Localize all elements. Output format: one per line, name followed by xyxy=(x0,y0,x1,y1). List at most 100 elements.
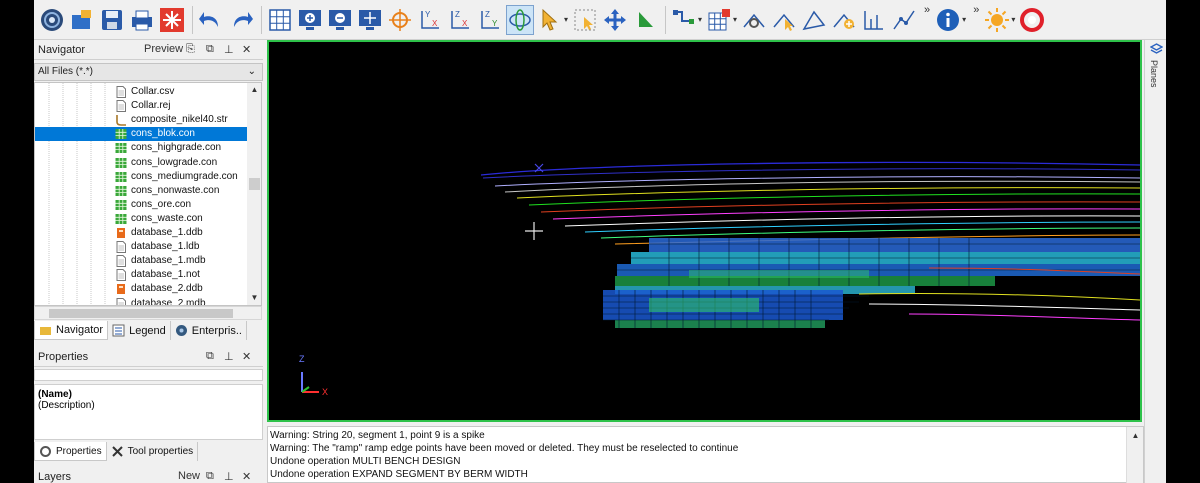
text-file-icon xyxy=(115,241,127,254)
message-log: Warning: String 20, segment 1, point 9 i… xyxy=(267,426,1144,483)
planes-sidebar[interactable]: Planes xyxy=(1144,40,1166,483)
select-arrow-icon[interactable] xyxy=(536,5,564,35)
navigator-tabs: Navigator Legend Enterpris.. xyxy=(34,321,263,341)
constraint-file-icon xyxy=(115,142,127,154)
planes-label[interactable]: Planes xyxy=(1149,60,1159,88)
constraint-file-icon xyxy=(115,128,127,140)
graphics-viewport[interactable]: Z X xyxy=(267,40,1142,422)
preview-label[interactable]: Preview xyxy=(144,43,183,55)
grid-icon[interactable] xyxy=(266,5,294,35)
tab-navigator[interactable]: Navigator xyxy=(34,321,109,340)
line-graph-icon[interactable] xyxy=(890,5,918,35)
file-tree-item[interactable]: database_1.ddb xyxy=(35,226,247,240)
zoom-out-icon[interactable] xyxy=(326,5,354,35)
sun-icon[interactable] xyxy=(983,5,1011,35)
triangle-icon[interactable] xyxy=(800,5,828,35)
string-edit-icon[interactable] xyxy=(670,5,698,35)
file-filter-select[interactable]: All Files (*.*) ⌄ xyxy=(34,63,263,81)
info-icon[interactable] xyxy=(934,5,962,35)
float-icon[interactable]: ⧉ xyxy=(206,43,214,56)
file-tree-item-label: database_1.ldb xyxy=(131,241,200,253)
pin-icon[interactable]: ⊥ xyxy=(224,43,234,56)
file-tree-item-label: cons_mediumgrade.con xyxy=(131,170,238,182)
file-tree-hscrollbar[interactable] xyxy=(34,306,262,320)
model-canvas: Z X xyxy=(299,161,1140,397)
file-tree-item[interactable]: database_1.not xyxy=(35,268,247,282)
lifebuoy-icon[interactable] xyxy=(1018,5,1046,35)
target-icon[interactable] xyxy=(386,5,414,35)
close-icon[interactable]: ✕ xyxy=(242,350,251,363)
folder-icon xyxy=(40,326,51,335)
planes-icon[interactable] xyxy=(1150,43,1163,56)
log-line: Warning: String 20, segment 1, point 9 i… xyxy=(270,430,485,441)
add-point-icon[interactable] xyxy=(830,5,858,35)
file-tree-item[interactable]: database_1.mdb xyxy=(35,254,247,268)
save-icon[interactable] xyxy=(98,5,126,35)
close-icon[interactable]: ✕ xyxy=(242,470,251,483)
tab-legend[interactable]: Legend xyxy=(108,321,171,340)
text-file-icon xyxy=(115,297,127,305)
file-tree-item[interactable]: database_1.ldb xyxy=(35,240,247,254)
pin-icon[interactable]: ⊥ xyxy=(224,350,234,363)
axis-x-label: X xyxy=(322,387,328,397)
float-icon[interactable]: ⧉ xyxy=(206,470,214,483)
tab-properties[interactable]: Properties xyxy=(34,442,107,461)
scroll-up-icon[interactable]: ▲ xyxy=(247,83,261,97)
file-tree-scrollbar[interactable]: ▲ ▼ xyxy=(247,83,261,305)
point-settings-icon[interactable] xyxy=(740,5,768,35)
file-tree-item[interactable]: Collar.rej xyxy=(35,99,247,113)
snowflake-icon[interactable] xyxy=(158,5,186,35)
float-icon[interactable]: ⧉ xyxy=(206,350,214,363)
profile-icon[interactable] xyxy=(860,5,888,35)
text-file-icon xyxy=(115,100,127,113)
zoom-extents-icon[interactable] xyxy=(356,5,384,35)
file-tree-item-label: database_1.not xyxy=(131,269,200,281)
play-icon[interactable] xyxy=(631,5,659,35)
file-tree-item[interactable]: composite_nikel40.str xyxy=(35,113,247,127)
print-icon[interactable] xyxy=(128,5,156,35)
string-file-icon xyxy=(115,114,127,126)
view-zx-icon[interactable]: ZX xyxy=(446,5,474,35)
file-tree-item-label: database_1.ddb xyxy=(131,227,203,238)
view-zy-icon[interactable]: ZY xyxy=(476,5,504,35)
move-icon[interactable] xyxy=(601,5,629,35)
tab-legend-label: Legend xyxy=(129,324,166,337)
redo-icon[interactable] xyxy=(227,5,255,35)
grid-add-icon[interactable] xyxy=(705,5,733,35)
new-layer-button[interactable]: New xyxy=(178,470,200,482)
point-select-icon[interactable] xyxy=(770,5,798,35)
zoom-in-icon[interactable] xyxy=(296,5,324,35)
properties-icon xyxy=(40,445,51,457)
undo-icon[interactable] xyxy=(197,5,225,35)
scroll-down-icon[interactable]: ▼ xyxy=(247,291,261,305)
close-icon[interactable]: ✕ xyxy=(242,43,251,56)
properties-toolbar xyxy=(34,369,263,381)
scroll-up-icon[interactable]: ▲ xyxy=(1128,429,1143,443)
file-tree-item[interactable]: cons_lowgrade.con xyxy=(35,156,247,170)
file-tree-item[interactable]: cons_ore.con xyxy=(35,198,247,212)
scroll-thumb[interactable] xyxy=(249,178,260,190)
file-tree-item-label: Collar.csv xyxy=(131,86,175,97)
tab-enterprise[interactable]: Enterpris.. xyxy=(171,321,247,340)
file-tree-item[interactable]: cons_waste.con xyxy=(35,212,247,226)
file-tree-item-label: cons_waste.con xyxy=(131,212,203,224)
select-box-icon[interactable] xyxy=(571,5,599,35)
legend-icon xyxy=(112,324,125,337)
pin-icon[interactable]: ⊥ xyxy=(224,470,234,483)
file-tree-item[interactable]: cons_blok.con xyxy=(35,127,247,142)
rotate-view-icon[interactable] xyxy=(506,4,534,35)
file-tree-item[interactable]: database_2.ddb xyxy=(35,282,247,296)
file-tree-item[interactable]: database_2.mdb xyxy=(35,297,247,305)
preview-icon[interactable]: ⎘ xyxy=(186,43,195,56)
view-yx-icon[interactable]: YX xyxy=(416,5,444,35)
hscroll-thumb[interactable] xyxy=(49,309,233,318)
open-folder-icon[interactable] xyxy=(68,5,96,35)
file-tree-item[interactable]: cons_highgrade.con xyxy=(35,141,247,155)
tab-tool-properties[interactable]: Tool properties xyxy=(107,442,199,461)
file-tree-item[interactable]: cons_mediumgrade.con xyxy=(35,170,247,184)
svg-text:Y: Y xyxy=(492,19,498,28)
file-tree-item[interactable]: Collar.csv xyxy=(35,85,247,99)
globe-icon[interactable] xyxy=(38,5,66,35)
file-tree-item[interactable]: cons_nonwaste.con xyxy=(35,184,247,198)
log-scrollbar[interactable]: ▲ xyxy=(1126,427,1143,483)
